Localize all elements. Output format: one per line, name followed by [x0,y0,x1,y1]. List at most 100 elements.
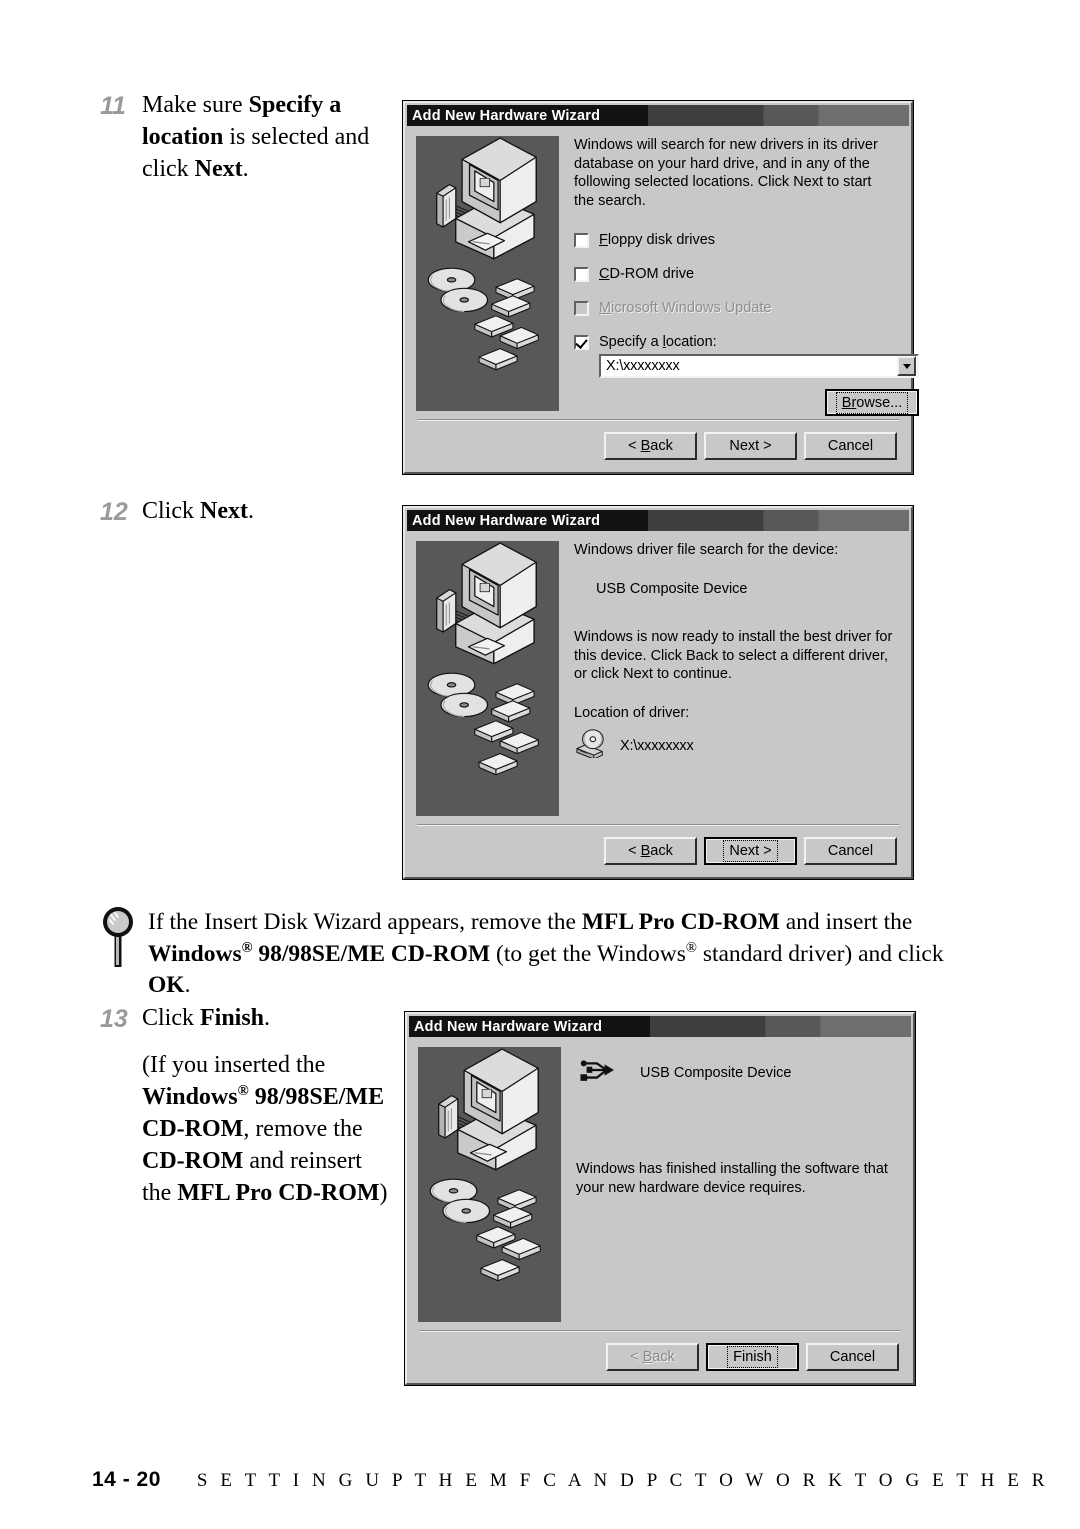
note-a: If the Insert Disk Wizard appears, remov… [148,909,582,935]
note-e-versions: 98/98SE/ME CD-ROM [252,940,491,967]
back-1-pre: < [628,438,641,454]
checkbox-row-specify-a-location[interactable]: Specify a location: [574,334,919,350]
cancel-button-1[interactable]: Cancel [804,432,897,460]
note-c: and insert the [779,909,913,935]
back-3-post: ack [652,1349,675,1365]
step-13-sub-paragraph: (If you inserted the Windows® 98/98SE/ME… [142,1050,392,1210]
dialog-3-device-name: USB Composite Device [640,1064,792,1081]
dialog-1-pane: Windows will search for new drivers in i… [559,136,919,419]
dialog-2-driver-location-row: X:\xxxxxxxx [574,728,904,763]
note-callout: If the Insert Disk Wizard appears, remov… [98,905,958,1002]
checkbox-label-mwu-rest: icrosoft Windows Update [611,300,772,317]
checkbox-floppy-disk-drives[interactable] [574,232,589,248]
step-13-sub-a: (If you inserted the [142,1051,326,1078]
accel-key-r: B [841,394,852,411]
cancel-button-1-label: Cancel [827,438,874,454]
back-button-2[interactable]: < Back [604,837,697,865]
checkbox-label-cdrom-drive: CD-ROM drive [599,266,694,282]
browse-button-label: Browse... [835,391,909,414]
step-13-number: 13 [100,1005,128,1033]
back-button-1[interactable]: < Back [604,432,697,460]
step-13-reg: ® [237,1082,249,1099]
back-3-pre: < [630,1349,643,1365]
back-button-2-label: < Back [628,843,673,859]
manual-page: 11 Make sure Specify a location is selec… [0,0,1080,1529]
dialog-2-body-text: Windows is now ready to install the best… [574,629,893,683]
step-12-text-c: . [247,498,254,524]
step-13-sub-g-mfl-pro: MFL Pro CD-ROM [177,1179,380,1206]
step-11-text-e: . [242,155,249,182]
step-12-bold-next: Next [200,498,248,524]
page-number: 14 - 20 [92,1468,161,1491]
step-11: 11 Make sure Specify a location is selec… [100,90,400,186]
magnifier-icon [98,905,148,985]
location-combobox[interactable]: X:\xxxxxxxx [599,354,919,379]
browse-label-rest: owse... [856,394,903,411]
cancel-button-3[interactable]: Cancel [806,1343,899,1371]
location-combobox-value: X:\xxxxxxxx [606,358,680,375]
checkbox-label-specify-post: ocation: [665,334,717,351]
dialog-3-body-text: Windows has finished installing the soft… [576,1161,888,1196]
cancel-button-2-label: Cancel [827,843,874,859]
step-12-text: Click Next. [142,496,254,528]
step-13-text-a: Click [142,1005,200,1031]
add-new-hardware-wizard-dialog-2[interactable]: Add New Hardware Wizard Windows driver f… [402,505,914,880]
checkbox-label-specify-pre: Specify a [599,334,663,351]
checkbox-specify-a-location[interactable] [574,334,589,350]
dialog-1-button-row: < Back Next > Cancel [405,421,911,472]
finish-button-label: Finish [727,1346,778,1368]
step-12-number: 12 [100,498,128,526]
back-button-3-label: < Back [630,1349,675,1365]
cancel-button-2[interactable]: Cancel [804,837,897,865]
page-footer: 14 - 20 S E T T I N G U P T H E M F C A … [92,1468,1049,1492]
step-12-text-a: Click [142,498,200,524]
back-1-accel: B [640,438,651,454]
back-2-pre: < [628,843,641,859]
note-i: . [184,972,191,999]
next-button-2[interactable]: Next > [704,837,797,865]
dialog-2-title: Add New Hardware Wizard [412,512,601,529]
checkbox-row-floppy-disk-drives[interactable]: Floppy disk drives [574,232,919,248]
dialog-3-device-row: USB Composite Device [576,1053,906,1092]
step-13-bold-finish: Finish [200,1005,265,1031]
checkbox-label-specify-a-location: Specify a location: [599,334,717,350]
dialog-3-title: Add New Hardware Wizard [414,1018,603,1035]
cancel-button-3-label: Cancel [829,1349,876,1365]
finish-button[interactable]: Finish [706,1343,799,1371]
step-13-text: Click Finish. (If you inserted the Windo… [142,1003,392,1209]
step-13-sub-b-windows: Windows [142,1083,238,1110]
dialog-1-body-text: Windows will search for new drivers in i… [574,137,878,209]
checkbox-row-cdrom-drive[interactable]: CD-ROM drive [574,266,919,282]
back-1-post: ack [650,438,673,454]
note-h-ok: OK [148,972,185,999]
step-13-sub-e-cdrom: CD-ROM [142,1147,244,1174]
back-2-accel: B [640,843,651,859]
next-button-1[interactable]: Next > [704,432,797,460]
step-12: 12 Click Next. [100,496,400,529]
note-g: standard driver) and click [696,940,944,967]
browse-button[interactable]: Browse... [825,389,919,417]
accel-key-c: C [599,266,610,283]
add-new-hardware-wizard-dialog-1[interactable]: Add New Hardware Wizard Windows will sea… [402,100,919,475]
footer-title: S E T T I N G U P T H E M F C A N D P C … [196,1470,1049,1491]
step-13: 13 Click Finish. (If you inserted the Wi… [100,1003,400,1209]
next-button-1-label: Next > [729,438,772,454]
checkbox-microsoft-windows-update [574,300,589,316]
dialog-2-button-row: < Back Next > Cancel [405,826,911,877]
next-button-2-label: Next > [723,840,778,862]
note-text: If the Insert Disk Wizard appears, remov… [148,905,958,1002]
add-new-hardware-wizard-dialog-3[interactable]: Add New Hardware Wizard USB Composite De… [404,1011,916,1386]
accel-key-m: M [599,300,612,317]
back-button-1-label: < Back [628,438,673,454]
dialog-2-driver-path: X:\xxxxxxxx [620,737,694,754]
dialog-1-titlebar: Add New Hardware Wizard [407,105,909,126]
chevron-down-icon[interactable] [897,356,916,377]
checkbox-label-floppy-disk-drives: Floppy disk drives [599,232,715,248]
dialog-3-illustration [418,1047,561,1322]
note-reg-2: ® [685,939,697,956]
checkbox-cdrom-drive[interactable] [574,266,589,282]
note-reg-1: ® [241,939,253,956]
back-3-accel: B [642,1349,653,1365]
usb-icon [576,1053,618,1092]
dialog-3-titlebar: Add New Hardware Wizard [409,1016,911,1037]
